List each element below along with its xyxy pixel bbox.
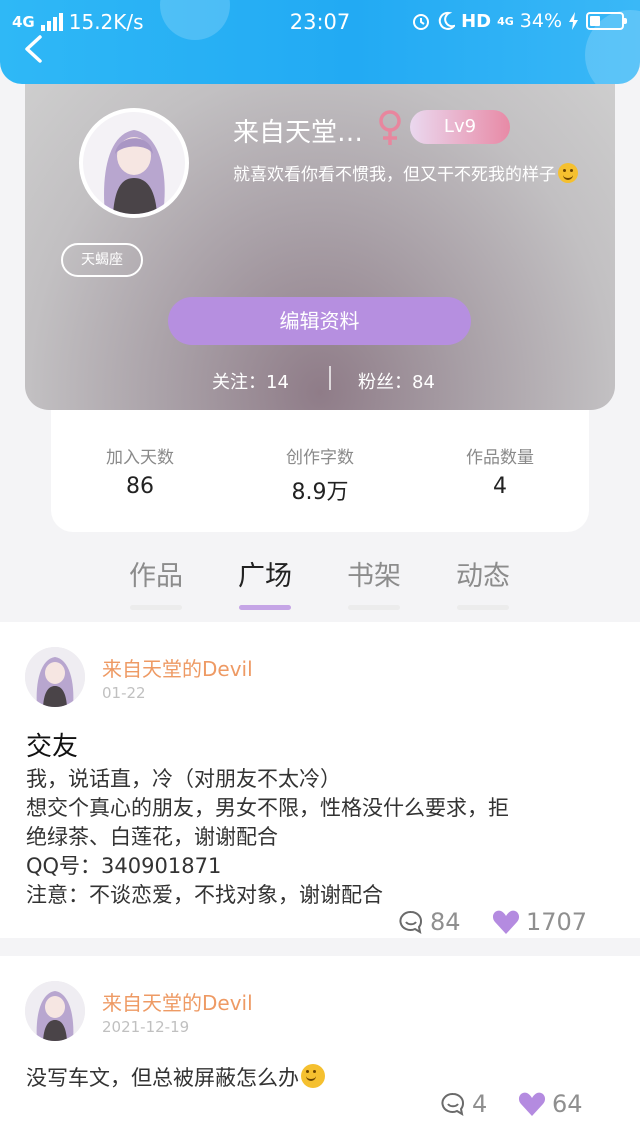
comment-icon	[441, 1092, 464, 1117]
stat-label: 作品数量	[466, 448, 534, 468]
followers-count[interactable]: 粉丝：84	[358, 368, 435, 394]
post-card[interactable]: 来自天堂的Devil 2021-12-19 没写车文，但总被屏蔽怎么办 4 64	[0, 956, 640, 1138]
post-text-line: 注意：不谈恋爱，不找对象，谢谢配合	[26, 883, 383, 907]
tab-bar: 作品 广场 书架 动态	[0, 548, 640, 618]
profile-card: 来自天堂… Lv9 就喜欢看你看不惯我，但又干不死我的样子 天蝎座 编辑资料 关…	[25, 64, 615, 410]
comment-icon	[399, 910, 422, 935]
stat-value: 4	[493, 474, 507, 499]
post-author-name[interactable]: 来自天堂的Devil	[102, 987, 253, 1016]
nickname: 来自天堂…	[233, 118, 364, 148]
avatar-illustration	[25, 647, 85, 707]
divider	[329, 366, 331, 390]
stat-word-count: 创作字数 8.9万	[250, 443, 390, 506]
bio-text: 就喜欢看你看不惯我，但又干不死我的样子	[233, 160, 578, 185]
hd-badge: HD	[461, 10, 492, 32]
post-text-line: 绝绿茶、白莲花，谢谢配合	[26, 825, 278, 849]
tab-bookshelf[interactable]: 书架	[339, 554, 409, 610]
heart-icon	[492, 910, 520, 934]
tab-square[interactable]: 广场	[230, 554, 300, 610]
stat-value: 8.9万	[291, 480, 349, 505]
post-text-line: 我，说话直，冷（对朋友不太冷）	[26, 767, 341, 791]
stat-label: 加入天数	[106, 448, 174, 468]
post-text-line: QQ号：340901871	[26, 854, 222, 878]
battery-percent: 34%	[519, 10, 562, 32]
avatar-illustration	[25, 981, 85, 1041]
like-count[interactable]: 1707	[492, 908, 587, 936]
tab-works[interactable]: 作品	[121, 554, 191, 610]
post-date: 2021-12-19	[102, 1018, 190, 1036]
level-badge: Lv9	[410, 110, 510, 144]
avatar-illustration	[83, 112, 185, 214]
thinking-emoji-icon	[301, 1064, 325, 1088]
comment-count[interactable]: 84	[398, 908, 461, 936]
avatar[interactable]	[79, 108, 189, 218]
stat-works-count: 作品数量 4	[430, 443, 570, 499]
heart-icon	[518, 1092, 546, 1116]
moon-icon	[438, 11, 456, 30]
smile-emoji-icon	[558, 163, 578, 183]
stats-card: 加入天数 86 创作字数 8.9万 作品数量 4	[51, 395, 589, 532]
stat-label: 创作字数	[286, 448, 354, 468]
tab-activity[interactable]: 动态	[448, 554, 518, 610]
top-bar: 4G 15.2K/s 23:07 HD 4G 34%	[0, 0, 640, 84]
like-count[interactable]: 64	[518, 1090, 583, 1118]
post-date: 01-22	[102, 684, 146, 702]
post-title: 交友	[26, 732, 79, 762]
stat-join-days: 加入天数 86	[70, 443, 210, 499]
status-bar: 4G 15.2K/s 23:07 HD 4G 34%	[0, 10, 640, 36]
post-card[interactable]: 来自天堂的Devil 01-22 交友 我，说话直，冷（对朋友不太冷） 想交个真…	[0, 622, 640, 938]
following-count[interactable]: 关注：14	[212, 368, 289, 394]
comment-count[interactable]: 4	[440, 1090, 487, 1118]
back-arrow-icon[interactable]	[22, 34, 46, 64]
post-author-name[interactable]: 来自天堂的Devil	[102, 653, 253, 682]
post-author-avatar[interactable]	[25, 981, 85, 1041]
stat-value: 86	[126, 474, 154, 499]
follow-stats: 关注：14 粉丝：84	[25, 364, 615, 394]
zodiac-tag: 天蝎座	[61, 243, 143, 277]
post-text-line: 想交个真心的朋友，男女不限，性格没什么要求，拒	[26, 796, 509, 820]
post-author-avatar[interactable]	[25, 647, 85, 707]
post-text-line: 没写车文，但总被屏蔽怎么办	[26, 1062, 325, 1092]
edit-profile-button[interactable]: 编辑资料	[168, 297, 471, 345]
alarm-icon	[413, 14, 430, 30]
network-type-right: 4G	[497, 14, 514, 28]
female-gender-icon	[379, 110, 401, 145]
charging-icon	[569, 12, 578, 30]
battery-icon	[586, 12, 627, 30]
